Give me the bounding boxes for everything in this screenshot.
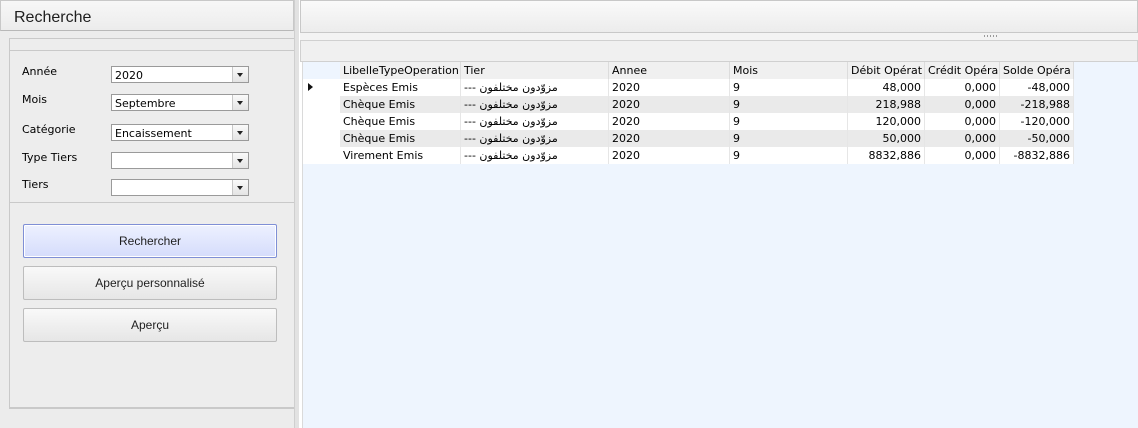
col-debit-cell[interactable]: 218,988 xyxy=(848,96,925,113)
chevron-down-icon[interactable] xyxy=(232,67,248,82)
col-libelle-cell[interactable]: Espèces Emis xyxy=(340,79,461,96)
col-tier-cell[interactable]: --- مزوّدون مختلفون xyxy=(461,96,609,113)
month-label: Mois xyxy=(22,93,48,106)
panel-border xyxy=(294,0,299,428)
row-indicator[interactable] xyxy=(303,147,340,164)
col-libelle-cell[interactable]: Chèque Emis xyxy=(340,96,461,113)
col-debit-cell[interactable]: 120,000 xyxy=(848,113,925,130)
results-grid: LibelleTypeOperation Tier Annee Mois Débit O… xyxy=(302,62,1138,428)
col-annee-cell[interactable]: 2020 xyxy=(609,96,730,113)
col-credit-cell[interactable]: 0,000 xyxy=(925,113,1000,130)
col-libelle-cell[interactable]: Chèque Emis xyxy=(340,113,461,130)
col-libelle-cell[interactable]: Chèque Emis xyxy=(340,130,461,147)
col-libelle-header[interactable]: LibelleTypeOperation xyxy=(340,62,461,79)
col-mois-cell[interactable]: 9 xyxy=(730,130,848,147)
row-indicator[interactable] xyxy=(303,96,340,113)
col-mois-cell[interactable]: 9 xyxy=(730,147,848,164)
col-tier-cell[interactable]: --- مزوّدون مختلفون xyxy=(461,113,609,130)
custom-preview-button[interactable]: Aperçu personnalisé xyxy=(23,266,277,300)
tiers-select[interactable] xyxy=(111,179,249,196)
divider xyxy=(10,50,295,51)
col-solde-cell[interactable]: -8832,886 xyxy=(1000,147,1074,164)
col-tier-header[interactable]: Tier xyxy=(461,62,609,79)
chevron-down-icon[interactable] xyxy=(232,180,248,195)
col-solde-header[interactable]: Solde Opéra xyxy=(1000,62,1074,79)
preview-button[interactable]: Aperçu xyxy=(23,308,277,342)
tiers-type-label: Type Tiers xyxy=(22,151,78,164)
col-mois-cell[interactable]: 9 xyxy=(730,113,848,130)
category-select-value: Encaissement xyxy=(115,127,192,140)
col-solde-cell[interactable]: -48,000 xyxy=(1000,79,1074,96)
col-annee-cell[interactable]: 2020 xyxy=(609,79,730,96)
col-debit-cell[interactable]: 48,000 xyxy=(848,79,925,96)
group-by-bar[interactable] xyxy=(300,40,1138,62)
chevron-down-icon[interactable] xyxy=(232,95,248,110)
col-solde-cell[interactable]: -120,000 xyxy=(1000,113,1074,130)
col-tier-cell[interactable]: --- مزوّدون مختلفون xyxy=(461,130,609,147)
year-select-value: 2020 xyxy=(115,69,143,82)
col-credit-header[interactable]: Crédit Opéra xyxy=(925,62,1000,79)
category-label: Catégorie xyxy=(22,123,76,136)
col-solde-cell[interactable]: -218,988 xyxy=(1000,96,1074,113)
tiers-type-select[interactable] xyxy=(111,152,249,169)
col-mois-header[interactable]: Mois xyxy=(730,62,848,79)
col-libelle-cell[interactable]: Virement Emis xyxy=(340,147,461,164)
search-panel: Recherche Année 2020 Mois Septembre Caté… xyxy=(0,0,299,428)
col-debit-cell[interactable]: 8832,886 xyxy=(848,147,925,164)
col-annee-cell[interactable]: 2020 xyxy=(609,147,730,164)
col-tier-cell[interactable]: --- مزوّدون مختلفون xyxy=(461,147,609,164)
header-indicator xyxy=(303,62,340,79)
current-row-arrow-icon[interactable] xyxy=(303,79,340,96)
col-credit-cell[interactable]: 0,000 xyxy=(925,147,1000,164)
col-debit-header[interactable]: Débit Opérat xyxy=(848,62,925,79)
col-debit-cell[interactable]: 50,000 xyxy=(848,130,925,147)
col-credit-cell[interactable]: 0,000 xyxy=(925,130,1000,147)
col-tier-cell[interactable]: --- مزوّدون مختلفون xyxy=(461,79,609,96)
col-mois-cell[interactable]: 9 xyxy=(730,79,848,96)
col-credit-cell[interactable]: 0,000 xyxy=(925,79,1000,96)
col-mois-cell[interactable]: 9 xyxy=(730,96,848,113)
col-annee-cell[interactable]: 2020 xyxy=(609,113,730,130)
year-label: Année xyxy=(22,65,58,78)
grip-icon[interactable] xyxy=(984,35,998,37)
category-select[interactable]: Encaissement xyxy=(111,124,249,141)
chevron-down-icon[interactable] xyxy=(232,125,248,140)
search-button[interactable]: Rechercher xyxy=(23,224,277,258)
splitter[interactable] xyxy=(300,33,1138,40)
col-annee-cell[interactable]: 2020 xyxy=(609,130,730,147)
year-select[interactable]: 2020 xyxy=(111,66,249,83)
month-select[interactable]: Septembre xyxy=(111,94,249,111)
row-indicator[interactable] xyxy=(303,113,340,130)
month-select-value: Septembre xyxy=(115,97,176,110)
col-annee-header[interactable]: Annee xyxy=(609,62,730,79)
col-solde-cell[interactable]: -50,000 xyxy=(1000,130,1074,147)
col-credit-cell[interactable]: 0,000 xyxy=(925,96,1000,113)
divider xyxy=(10,202,295,203)
tiers-label: Tiers xyxy=(22,178,49,191)
search-panel-title: Recherche xyxy=(14,9,92,26)
results-toolbar xyxy=(300,0,1138,33)
divider xyxy=(9,407,294,408)
chevron-down-icon[interactable] xyxy=(232,153,248,168)
results-panel: LibelleTypeOperation Tier Annee Mois Débit O… xyxy=(300,0,1138,428)
search-panel-header: Recherche xyxy=(0,0,294,31)
row-indicator[interactable] xyxy=(303,130,340,147)
